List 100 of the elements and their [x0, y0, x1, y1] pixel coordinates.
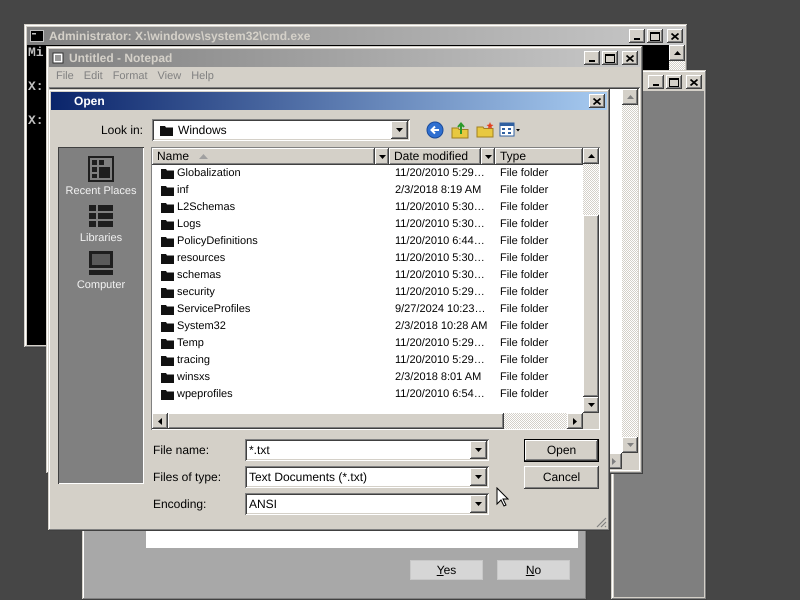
maximize-button[interactable]	[666, 75, 682, 89]
window-title: Open	[73, 94, 106, 108]
minimize-icon	[634, 38, 640, 40]
folder-icon	[161, 372, 174, 383]
combo-box[interactable]: ANSI	[245, 493, 489, 515]
right-arrow-icon	[611, 456, 617, 466]
close-icon	[671, 32, 679, 40]
scrollbar-corner	[583, 413, 599, 429]
file-name[interactable]: Globalization	[177, 166, 241, 180]
file-name[interactable]: resources	[177, 252, 226, 266]
maximize-button[interactable]	[647, 29, 663, 43]
combo-box[interactable]: *.txt	[245, 439, 489, 461]
type-cell-text: File folder	[499, 320, 550, 334]
column-header[interactable]: Date modified	[389, 148, 481, 165]
scroll-down-button[interactable]	[583, 397, 599, 413]
scroll-up-button[interactable]	[622, 89, 638, 105]
date-cell-text: 2/3/2018 10:28 AM	[394, 320, 488, 334]
folder-icon	[161, 168, 174, 179]
column-filter-button[interactable]	[481, 148, 495, 165]
caret-icon	[484, 154, 492, 158]
file-name[interactable]: tracing	[177, 354, 210, 368]
view-menu-icon	[499, 122, 521, 138]
column-header[interactable]: Name	[152, 148, 375, 165]
window-title: Untitled - Notepad	[68, 50, 174, 66]
type-cell-text: File folder	[499, 286, 550, 300]
scroll-down-button[interactable]	[622, 437, 638, 453]
scroll-up-button[interactable]	[669, 45, 685, 61]
file-name[interactable]: security	[177, 286, 215, 300]
dialog-button[interactable]: No	[497, 560, 570, 580]
dialog-button[interactable]: Open	[524, 438, 599, 462]
file-name[interactable]: L2Schemas	[177, 200, 236, 214]
close-button[interactable]	[589, 94, 605, 108]
date-cell-text: 11/20/2010 5:29…	[394, 336, 486, 350]
maximize-icon	[605, 54, 615, 62]
date-cell-text: 11/20/2010 5:30…	[394, 252, 486, 266]
resize-grip-icon[interactable]	[596, 517, 607, 528]
field-label: Encoding:	[152, 496, 208, 512]
left-arrow-icon	[157, 416, 163, 426]
type-cell-text: File folder	[499, 370, 550, 384]
scroll-left-button[interactable]	[152, 413, 168, 429]
combo-box[interactable]: Text Documents (*.txt)	[245, 466, 489, 488]
column-header[interactable]: Type	[495, 148, 583, 165]
scroll-thumb[interactable]	[583, 215, 599, 397]
folder-icon	[161, 185, 174, 196]
dropdown-button[interactable]	[470, 495, 487, 513]
recent-places-icon	[87, 155, 115, 183]
folder-icon	[161, 338, 174, 349]
date-cell-text: 11/20/2010 5:30…	[394, 200, 486, 214]
dropdown-button[interactable]	[470, 441, 487, 459]
date-cell-text: 11/20/2010 6:54…	[394, 388, 486, 402]
maximize-button[interactable]	[602, 51, 618, 65]
file-name[interactable]: inf	[177, 184, 189, 198]
scroll-right-button[interactable]	[567, 413, 583, 429]
up-folder-icon	[451, 121, 469, 139]
folder-icon	[161, 202, 174, 213]
close-button[interactable]	[667, 29, 683, 43]
date-cell-text: 2/3/2018 8:01 AM	[394, 370, 482, 384]
file-name[interactable]: ServiceProfiles	[177, 302, 250, 316]
close-button[interactable]	[622, 51, 638, 65]
date-cell-text: 11/20/2010 5:29…	[394, 286, 486, 300]
type-cell-text: File folder	[499, 234, 550, 248]
minimize-icon	[653, 84, 659, 86]
date-cell-text: 11/20/2010 5:29…	[394, 354, 486, 368]
look-in-dropdown[interactable]: Windows	[152, 119, 410, 141]
right-arrow-icon	[572, 416, 578, 426]
file-name[interactable]: wpeprofiles	[177, 388, 233, 402]
dropdown-button[interactable]	[470, 468, 487, 486]
down-arrow-icon	[586, 402, 596, 408]
pointer-icon	[496, 487, 509, 507]
minimize-button[interactable]	[629, 29, 645, 43]
dropdown-button[interactable]	[391, 121, 408, 139]
date-cell-text: 2/3/2018 8:19 AM	[394, 184, 482, 198]
minimize-button[interactable]	[648, 75, 664, 89]
file-name[interactable]: PolicyDefinitions	[177, 234, 258, 248]
back-button[interactable]	[424, 119, 446, 141]
sort-arrow-icon	[199, 154, 208, 159]
folder-icon	[161, 355, 174, 366]
file-name[interactable]: Temp	[177, 336, 204, 350]
folder-icon	[161, 253, 174, 264]
dialog-button[interactable]: Cancel	[524, 466, 599, 488]
field-label: Files of type:	[152, 470, 222, 484]
down-arrow-icon	[626, 442, 634, 448]
file-name[interactable]: Logs	[177, 218, 201, 232]
file-name[interactable]: System32	[177, 320, 226, 334]
file-name[interactable]: schemas	[177, 268, 222, 282]
scroll-up-button[interactable]	[583, 148, 599, 164]
console-line: X:	[28, 79, 44, 95]
dialog-button[interactable]: Yes	[410, 560, 483, 580]
scroll-thumb[interactable]	[168, 413, 504, 429]
column-filter-button[interactable]	[375, 148, 389, 165]
close-button[interactable]	[686, 75, 702, 89]
file-name[interactable]: winsxs	[177, 370, 210, 384]
date-cell-text: 9/27/2024 10:23…	[394, 302, 487, 316]
folder-icon	[160, 124, 173, 136]
minimize-button[interactable]	[584, 51, 600, 65]
type-cell-text: File folder	[499, 354, 550, 368]
date-cell-text: 11/20/2010 5:30…	[394, 268, 486, 282]
folder-icon	[161, 236, 174, 247]
up-arrow-icon	[626, 94, 634, 100]
field-label: Look in:	[100, 122, 144, 138]
